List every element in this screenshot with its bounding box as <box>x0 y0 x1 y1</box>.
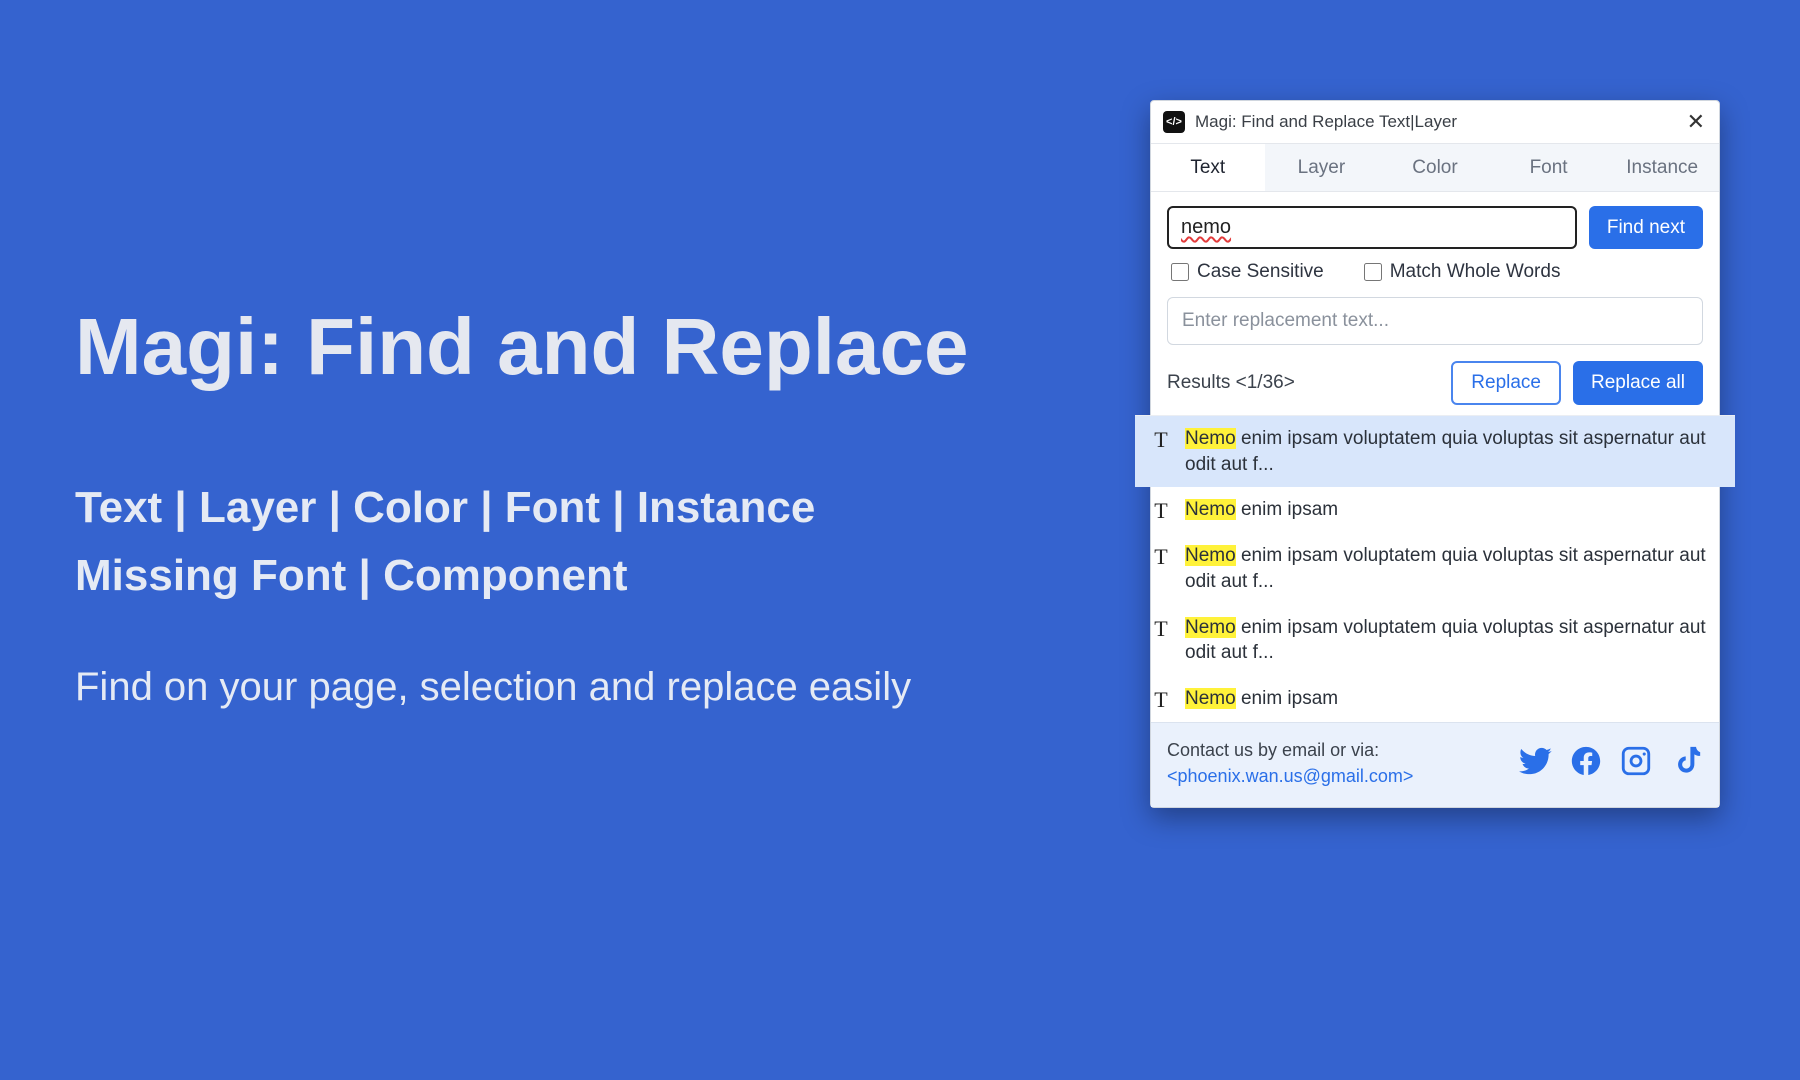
tab-instance[interactable]: Instance <box>1605 144 1719 191</box>
result-item[interactable]: T Nemo enim ipsam voluptatem quia volupt… <box>1135 533 1735 604</box>
tab-font[interactable]: Font <box>1492 144 1606 191</box>
text-type-icon: T <box>1151 543 1171 594</box>
text-type-icon: T <box>1151 686 1171 712</box>
case-sensitive-checkbox[interactable]: Case Sensitive <box>1171 261 1324 283</box>
contact-block: Contact us by email or via: <phoenix.wan… <box>1167 737 1413 789</box>
tab-layer[interactable]: Layer <box>1265 144 1379 191</box>
tab-color[interactable]: Color <box>1378 144 1492 191</box>
results-list[interactable]: T Nemo enim ipsam voluptatem quia volupt… <box>1135 415 1735 722</box>
tab-text[interactable]: Text <box>1151 144 1265 191</box>
match-whole-words-checkbox[interactable]: Match Whole Words <box>1364 261 1561 283</box>
find-next-button[interactable]: Find next <box>1589 206 1703 249</box>
tiktok-icon[interactable] <box>1669 744 1703 783</box>
twitter-icon[interactable] <box>1519 744 1553 783</box>
tabs: Text Layer Color Font Instance <box>1151 144 1719 192</box>
instagram-icon[interactable] <box>1619 744 1653 783</box>
case-sensitive-input[interactable] <box>1171 263 1189 281</box>
facebook-icon[interactable] <box>1569 744 1603 783</box>
search-input[interactable]: nemo <box>1167 206 1577 249</box>
footer: Contact us by email or via: <phoenix.wan… <box>1151 722 1719 807</box>
contact-email[interactable]: <phoenix.wan.us@gmail.com> <box>1167 763 1413 789</box>
result-item[interactable]: T Nemo enim ipsam <box>1135 487 1735 533</box>
replace-all-button[interactable]: Replace all <box>1573 361 1703 405</box>
text-type-icon: T <box>1151 615 1171 666</box>
text-type-icon: T <box>1151 497 1171 523</box>
close-icon[interactable]: ✕ <box>1687 111 1705 133</box>
match-whole-words-input[interactable] <box>1364 263 1382 281</box>
result-item[interactable]: T Nemo enim ipsam voluptatem quia volupt… <box>1135 416 1735 487</box>
replace-input[interactable] <box>1167 297 1703 345</box>
titlebar: </> Magi: Find and Replace Text|Layer ✕ <box>1151 101 1719 144</box>
window-title: Magi: Find and Replace Text|Layer <box>1195 112 1677 132</box>
plugin-window: </> Magi: Find and Replace Text|Layer ✕ … <box>1150 100 1720 808</box>
social-links <box>1519 744 1703 783</box>
results-count: Results <1/36> <box>1167 372 1295 394</box>
promo-tagline: Find on your page, selection and replace… <box>75 665 1125 710</box>
promo-title: Magi: Find and Replace <box>75 305 1125 389</box>
promo-categories: Text | Layer | Color | Font | Instance M… <box>75 474 1125 610</box>
app-logo-icon: </> <box>1163 111 1185 133</box>
text-type-icon: T <box>1151 426 1171 477</box>
promo-copy: Magi: Find and Replace Text | Layer | Co… <box>75 305 1125 710</box>
result-item[interactable]: T Nemo enim ipsam <box>1135 676 1735 722</box>
result-item[interactable]: T Nemo enim ipsam voluptatem quia volupt… <box>1135 605 1735 676</box>
replace-button[interactable]: Replace <box>1451 361 1561 405</box>
